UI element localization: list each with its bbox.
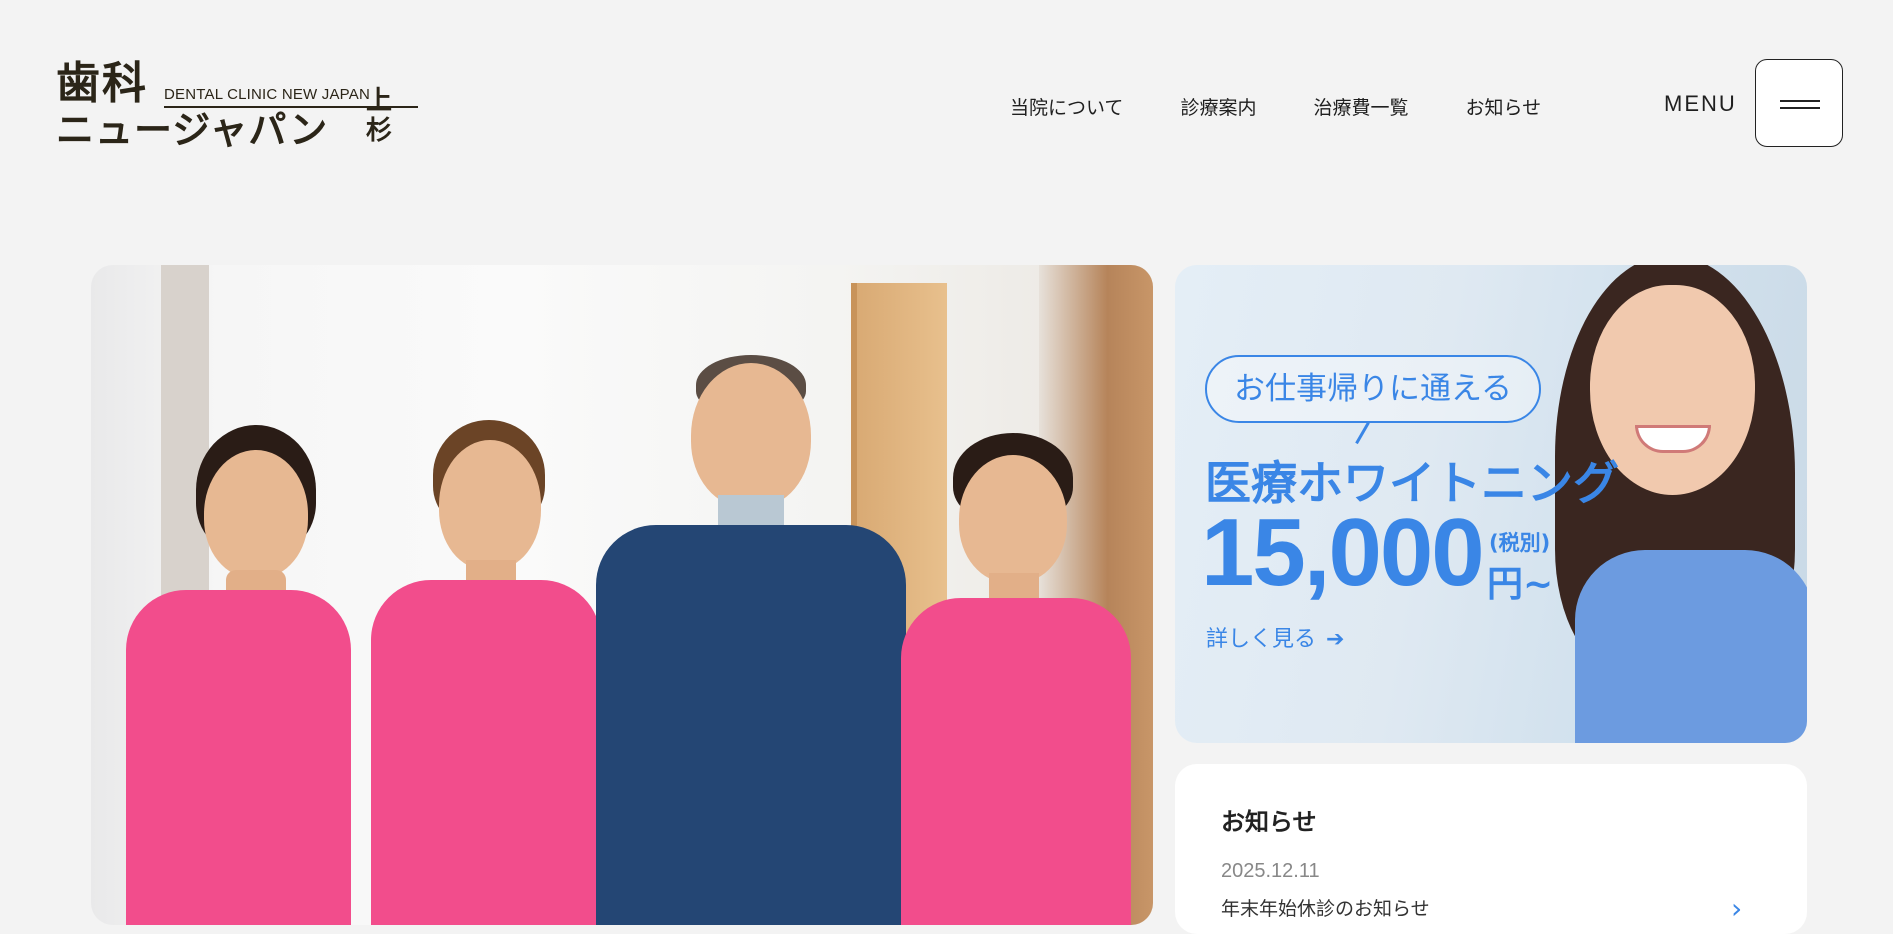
chevron-right-icon[interactable]: › bbox=[1731, 892, 1742, 925]
staff-member bbox=[901, 433, 1131, 925]
promo-yen: 円~ bbox=[1487, 564, 1554, 605]
nav-item-fees[interactable]: 治療費一覧 bbox=[1313, 93, 1408, 120]
menu-label[interactable]: MENU bbox=[1664, 91, 1737, 117]
hero-staff-photo bbox=[91, 265, 1153, 925]
promo-tagline: お仕事帰りに通える bbox=[1205, 355, 1541, 423]
nav-item-news[interactable]: お知らせ bbox=[1465, 93, 1541, 120]
hamburger-line-icon bbox=[1780, 100, 1820, 102]
logo-branch: 上杉 bbox=[366, 86, 393, 146]
logo-kana: ニュージャパン bbox=[56, 108, 329, 152]
staff-member bbox=[371, 420, 601, 925]
news-date: 2025.12.11 bbox=[1221, 860, 1320, 882]
news-item-link[interactable]: 年末年始休診のお知らせ bbox=[1221, 894, 1430, 921]
clinic-logo[interactable]: 歯科 DENTAL CLINIC NEW JAPAN ニュージャパン 上杉 bbox=[56, 58, 418, 152]
hamburger-line-icon bbox=[1780, 107, 1820, 109]
global-nav: 当院について 診療案内 治療費一覧 お知らせ bbox=[1010, 93, 1598, 120]
whitening-promo-banner[interactable]: お仕事帰りに通える 医療ホワイトニング 15,000 (税別) 円~ 詳しく見る… bbox=[1175, 265, 1807, 743]
logo-kanji: 歯科 bbox=[56, 58, 148, 109]
promo-tax-note: (税別) bbox=[1489, 531, 1551, 555]
staff-member bbox=[126, 425, 351, 925]
speech-tail-icon bbox=[1355, 421, 1370, 445]
staff-member bbox=[596, 355, 906, 925]
nav-item-about[interactable]: 当院について bbox=[1010, 93, 1123, 120]
arrow-right-icon: ➔ bbox=[1326, 627, 1345, 652]
news-title: お知らせ bbox=[1221, 808, 1317, 836]
news-card: お知らせ 2025.12.11 年末年始休診のお知らせ › bbox=[1175, 764, 1807, 934]
promo-more-link[interactable]: 詳しく見る ➔ bbox=[1206, 621, 1344, 653]
hamburger-menu-button[interactable] bbox=[1755, 59, 1843, 147]
logo-english: DENTAL CLINIC NEW JAPAN bbox=[164, 86, 371, 103]
promo-more-label: 詳しく見る bbox=[1206, 627, 1317, 652]
nav-item-treatment[interactable]: 診療案内 bbox=[1180, 93, 1256, 120]
promo-price: 15,000 bbox=[1201, 499, 1485, 606]
